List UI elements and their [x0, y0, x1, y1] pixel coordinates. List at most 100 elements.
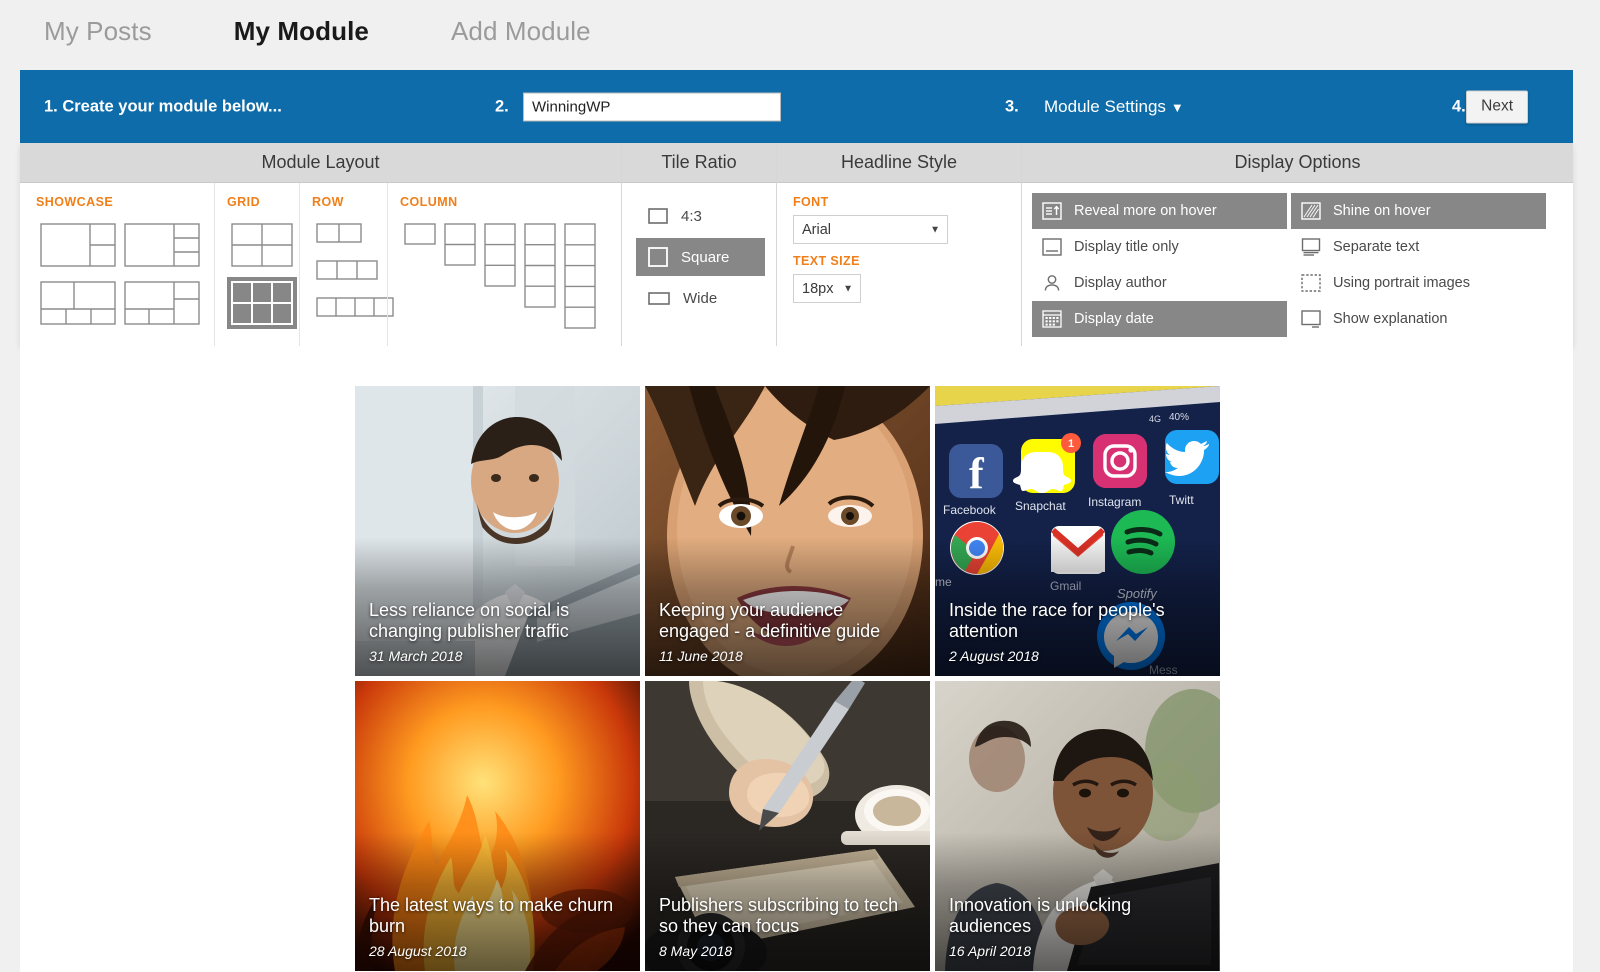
display-option-using-portrait-images-label: Using portrait images	[1333, 275, 1470, 291]
display-option-separate-text[interactable]: Separate text	[1291, 229, 1546, 265]
tile-ratio-option-square-label: Square	[681, 248, 730, 266]
tab-my-posts[interactable]: My Posts	[44, 16, 152, 47]
module-settings-dropdown[interactable]: Module Settings ▼	[1044, 97, 1184, 117]
preview-tile-grid: Less reliance on social is changing publ…	[355, 386, 1240, 971]
preview-tile[interactable]: 4G 40% f Facebook 1 Snapchat Instagram T…	[935, 386, 1220, 676]
author-icon	[1042, 274, 1062, 292]
display-option-shine-on-hover-label: Shine on hover	[1333, 203, 1431, 219]
layout-group-showcase: SHOWCASE	[20, 183, 214, 346]
layout-column-4[interactable]	[520, 219, 560, 312]
display-option-show-explanation-label: Show explanation	[1333, 311, 1448, 327]
tile-title: Innovation is unlocking audiences	[949, 895, 1132, 937]
tab-my-module[interactable]: My Module	[234, 16, 369, 47]
tile-ratio-option-4-3-label: 4:3	[681, 207, 702, 225]
tab-add-module[interactable]: Add Module	[451, 16, 591, 47]
display-option-display-title-only[interactable]: Display title only	[1032, 229, 1287, 265]
panel-title-module-layout: Module Layout	[20, 143, 621, 183]
display-option-display-author[interactable]: Display author	[1032, 265, 1287, 301]
layout-row-2[interactable]	[312, 219, 366, 247]
layout-group-grid-title: GRID	[227, 195, 261, 209]
layout-group-column-title: COLUMN	[400, 195, 458, 209]
display-option-display-date-label: Display date	[1074, 311, 1154, 327]
preview-tile[interactable]: Keeping your audience engaged - a defini…	[645, 386, 930, 676]
display-option-using-portrait-images[interactable]: Using portrait images	[1291, 265, 1546, 301]
layout-group-showcase-title: SHOWCASE	[36, 195, 114, 209]
reveal-more-icon	[1042, 202, 1062, 220]
step-2-number: 2.	[495, 97, 509, 115]
tile-date: 31 March 2018	[369, 648, 463, 664]
tile-ratio-option-square[interactable]: Square	[636, 238, 765, 276]
step-4-number: 4.	[1452, 97, 1466, 115]
layout-column-5[interactable]	[560, 219, 600, 333]
panel-title-tile-ratio: Tile Ratio	[622, 143, 776, 183]
preview-tile[interactable]: Innovation is unlocking audiences 16 Apr…	[935, 681, 1220, 971]
layout-showcase-1[interactable]	[36, 219, 120, 271]
svg-text:Instagram: Instagram	[1088, 495, 1141, 509]
tile-ratio-option-wide-label: Wide	[683, 289, 718, 307]
tile-title: Keeping your audience engaged - a defini…	[659, 600, 881, 642]
layout-group-grid: GRID	[214, 183, 299, 346]
layout-column-2[interactable]	[440, 219, 480, 270]
chevron-down-icon: ▼	[1170, 99, 1184, 115]
tile-ratio-option-wide[interactable]: Wide	[636, 279, 765, 317]
text-size-select[interactable]: 12px14px16px18px20px24px	[793, 274, 861, 303]
tile-date: 16 April 2018	[949, 943, 1031, 959]
layout-showcase-4[interactable]	[120, 277, 204, 329]
tile-date: 28 August 2018	[369, 943, 467, 959]
display-option-show-explanation[interactable]: Show explanation	[1291, 301, 1546, 337]
tile-date: 8 May 2018	[659, 943, 733, 959]
title-only-icon	[1042, 238, 1062, 256]
layout-column-1[interactable]	[400, 219, 440, 249]
tile-title: The latest ways to make churn burn	[369, 895, 614, 937]
separate-text-icon	[1301, 238, 1321, 256]
display-options-right-column: Shine on hover Separate text Using portr…	[1291, 193, 1546, 337]
display-option-reveal-more-on-hover[interactable]: Reveal more on hover	[1032, 193, 1287, 229]
panel-module-layout: Module Layout SHOWCASE GRID ROW COLUMN	[20, 143, 621, 346]
tile-ratio-option-4-3[interactable]: 4:3	[636, 197, 765, 235]
svg-text:f: f	[969, 449, 985, 498]
ratio-4-3-icon	[648, 208, 668, 224]
panel-display-options: Display Options Reveal more on hover Dis…	[1021, 143, 1573, 346]
display-option-shine-on-hover[interactable]: Shine on hover	[1291, 193, 1546, 229]
next-button[interactable]: Next	[1466, 90, 1528, 123]
ratio-square-icon	[648, 247, 668, 267]
module-step-bar: 1. Create your module below... 2. 3. Mod…	[20, 70, 1573, 143]
step-3-number: 3.	[1005, 97, 1019, 115]
preview-tile[interactable]: The latest ways to make churn burn 28 Au…	[355, 681, 640, 971]
display-option-separate-text-label: Separate text	[1333, 239, 1420, 255]
module-name-input[interactable]	[523, 92, 781, 121]
tile-caption: Less reliance on social is changing publ…	[369, 600, 628, 664]
layout-showcase-3[interactable]	[36, 277, 120, 329]
svg-text:1: 1	[1068, 438, 1074, 450]
layout-grid-3x2[interactable]	[227, 277, 297, 329]
svg-text:40%: 40%	[1169, 412, 1189, 423]
panel-title-display-options: Display Options	[1022, 143, 1573, 183]
tile-caption: Publishers subscribing to tech so they c…	[659, 895, 918, 959]
calendar-icon	[1042, 310, 1062, 328]
panel-title-headline-style: Headline Style	[777, 143, 1021, 183]
font-select[interactable]: ArialGeorgiaHelveticaTimes New RomanVerd…	[793, 215, 948, 244]
panel-headline-style: Headline Style FONT ArialGeorgiaHelvetic…	[776, 143, 1021, 346]
layout-row-3[interactable]	[312, 256, 382, 284]
text-size-label: TEXT SIZE	[793, 254, 860, 268]
panel-tile-ratio: Tile Ratio 4:3 Square Wide	[621, 143, 776, 346]
display-options-left-column: Reveal more on hover Display title only	[1032, 193, 1287, 337]
ratio-wide-icon	[648, 291, 670, 305]
step-1-label: 1. Create your module below...	[44, 97, 282, 115]
module-preview-area: Less reliance on social is changing publ…	[20, 346, 1573, 972]
layout-grid-2x2[interactable]	[227, 219, 297, 271]
tile-caption: The latest ways to make churn burn 28 Au…	[369, 895, 628, 959]
layout-column-3[interactable]	[480, 219, 520, 291]
tile-caption: Inside the race for people's attention 2…	[949, 600, 1208, 664]
svg-text:Facebook: Facebook	[943, 503, 997, 517]
preview-tile[interactable]: Less reliance on social is changing publ…	[355, 386, 640, 676]
layout-showcase-2[interactable]	[120, 219, 204, 271]
font-label: FONT	[793, 195, 829, 209]
preview-tile[interactable]: Publishers subscribing to tech so they c…	[645, 681, 930, 971]
layout-row-4[interactable]	[312, 293, 398, 321]
top-tab-bar: My Posts My Module Add Module	[0, 0, 1600, 62]
module-settings-label: Module Settings	[1044, 96, 1166, 116]
layout-group-column: COLUMN	[387, 183, 621, 346]
layout-group-row-title: ROW	[312, 195, 344, 209]
display-option-display-date[interactable]: Display date	[1032, 301, 1287, 337]
